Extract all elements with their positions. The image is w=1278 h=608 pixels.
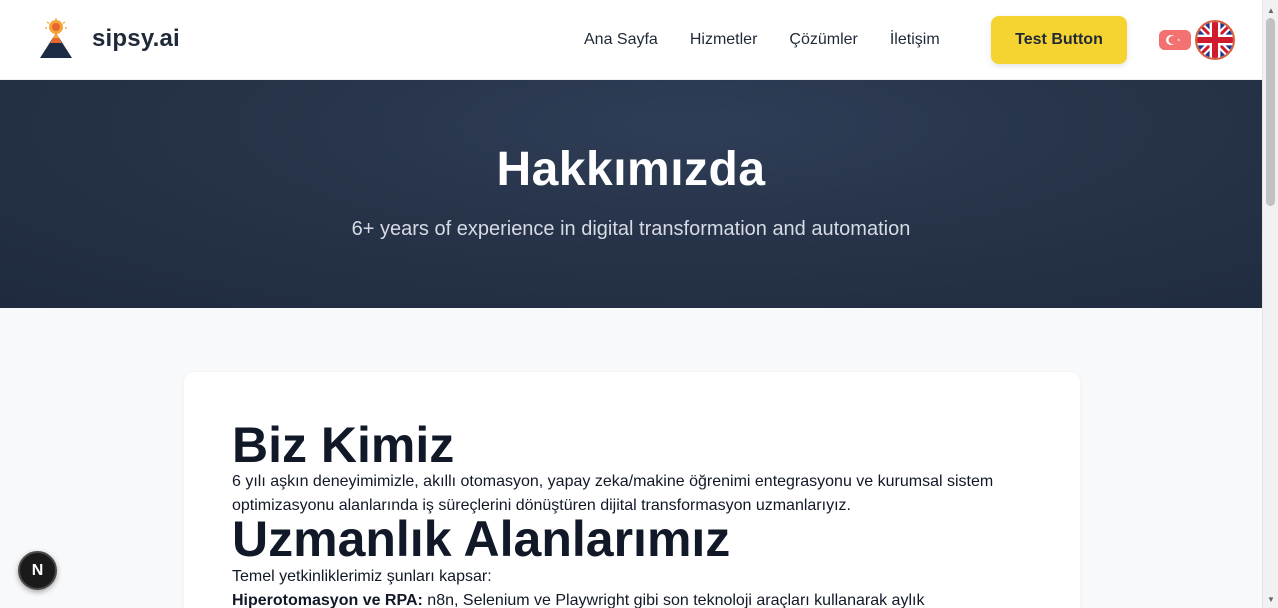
hyperautomation-item: Hiperotomasyon ve RPA: n8n, Selenium ve … bbox=[232, 590, 924, 608]
hero-subtitle: 6+ years of experience in digital transf… bbox=[351, 218, 911, 240]
expertise-heading: Uzmanlık Alanlarımız bbox=[232, 511, 731, 567]
hero-section: Hakkımızda 6+ years of experience in dig… bbox=[0, 80, 1262, 308]
scroll-thumb[interactable] bbox=[1266, 18, 1275, 206]
nav-solutions[interactable]: Çözümler bbox=[789, 31, 857, 49]
test-button[interactable]: Test Button bbox=[991, 16, 1127, 64]
nav-home[interactable]: Ana Sayfa bbox=[584, 31, 658, 49]
core-competencies-text: Temel yetkinliklerimiz şunları kapsar: bbox=[232, 568, 492, 585]
scroll-down-arrow-icon[interactable]: ▼ bbox=[1267, 595, 1275, 604]
nav-services[interactable]: Hizmetler bbox=[690, 31, 758, 49]
site-header: sipsy.ai Ana Sayfa Hizmetler Çözümler İl… bbox=[0, 0, 1262, 80]
page-scrollbar[interactable]: ▲ ▼ bbox=[1262, 0, 1278, 608]
hyperautomation-text: n8n, Selenium ve Playwright gibi son tek… bbox=[422, 592, 925, 608]
who-we-are-heading: Biz Kimiz bbox=[232, 417, 455, 473]
hero-title: Hakkımızda bbox=[496, 143, 766, 196]
uk-flag-icon[interactable] bbox=[1195, 20, 1235, 60]
tr-flag-icon[interactable] bbox=[1159, 30, 1191, 50]
nextjs-dev-badge[interactable]: N bbox=[18, 551, 57, 590]
nav-contact[interactable]: İletişim bbox=[890, 31, 940, 49]
brand-name: sipsy.ai bbox=[92, 25, 180, 52]
hyperautomation-label: Hiperotomasyon ve RPA: bbox=[232, 592, 423, 608]
logo-icon bbox=[40, 18, 72, 58]
logo[interactable]: sipsy.ai bbox=[36, 18, 180, 60]
main-nav: Ana Sayfa Hizmetler Çözümler İletişim bbox=[584, 0, 972, 80]
scroll-up-arrow-icon[interactable]: ▲ bbox=[1267, 6, 1275, 15]
